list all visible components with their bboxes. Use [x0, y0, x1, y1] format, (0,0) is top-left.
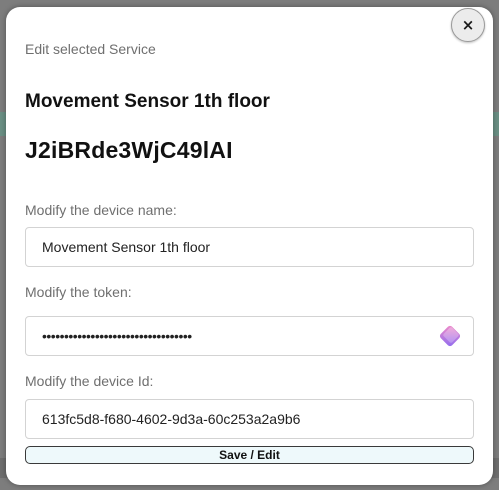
- modal-title: Edit selected Service: [25, 41, 156, 57]
- edit-service-modal: × Edit selected Service Movement Sensor …: [6, 7, 493, 485]
- close-button[interactable]: ×: [451, 8, 485, 42]
- token-input[interactable]: [25, 316, 474, 356]
- device-id-label: Modify the device Id:: [25, 373, 154, 389]
- close-icon: ×: [461, 15, 475, 34]
- device-name-heading: Movement Sensor 1th floor: [25, 91, 270, 112]
- device-name-label: Modify the device name:: [25, 202, 177, 218]
- token-label: Modify the token:: [25, 284, 132, 300]
- device-id-heading: J2iBRde3WjC49lAI: [25, 137, 233, 163]
- save-edit-button[interactable]: Save / Edit: [25, 446, 474, 464]
- device-id-input[interactable]: [25, 399, 474, 439]
- device-name-input[interactable]: [25, 227, 474, 267]
- password-manager-icon[interactable]: [437, 323, 463, 349]
